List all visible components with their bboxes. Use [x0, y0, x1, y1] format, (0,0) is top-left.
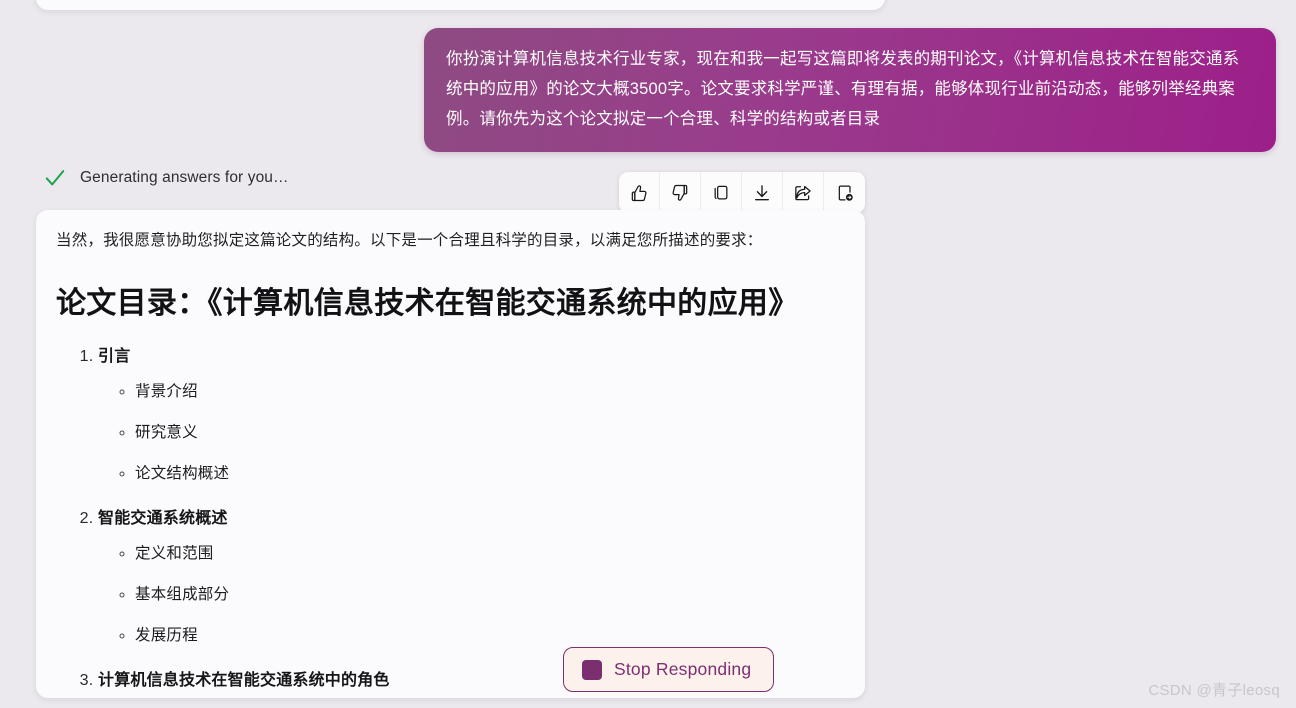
outline-subitem: 定义和范围 — [135, 544, 841, 564]
share-button[interactable] — [783, 172, 824, 213]
outline-section: 智能交通系统概述 定义和范围 基本组成部分 发展历程 — [98, 504, 841, 646]
status-label: Generating answers for you… — [80, 169, 289, 186]
stop-square-icon — [582, 659, 602, 680]
message-action-toolbar — [619, 172, 865, 213]
thumbs-up-button[interactable] — [619, 172, 660, 213]
outline-subitem: 基本组成部分 — [135, 585, 841, 605]
previous-answer-card — [36, 0, 885, 10]
thumbs-down-icon — [672, 184, 688, 201]
stop-responding-label: Stop Responding — [614, 659, 752, 679]
answer-heading: 论文目录：《计算机信息技术在智能交通系统中的应用》 — [56, 287, 799, 320]
thumbs-down-button[interactable] — [660, 172, 701, 213]
copy-button[interactable] — [701, 172, 742, 213]
outline-subitem: 论文结构概述 — [135, 464, 841, 484]
outline-subitem: 背景介绍 — [135, 382, 841, 402]
download-button[interactable] — [742, 172, 783, 213]
generation-status: Generating answers for you… — [44, 165, 289, 191]
export-document-button[interactable] — [824, 172, 865, 213]
stop-responding-button[interactable]: Stop Responding — [563, 647, 775, 692]
outline-subitem: 研究意义 — [135, 423, 841, 443]
outline-list: 引言 背景介绍 研究意义 论文结构概述 智能交通系统概述 定义和范围 基本组成部… — [54, 342, 841, 698]
assistant-answer-card: 当然，我很愿意协助您拟定这篇论文的结构。以下是一个合理且科学的目录，以满足您所描… — [36, 210, 865, 698]
outline-section: 引言 背景介绍 研究意义 论文结构概述 — [98, 342, 841, 484]
share-icon — [795, 185, 811, 200]
user-message-text: 你扮演计算机信息技术行业专家，现在和我一起写这篇即将发表的期刊论文，《计算机信息… — [446, 50, 1240, 128]
export-document-icon — [838, 185, 853, 201]
user-message-bubble: 你扮演计算机信息技术行业专家，现在和我一起写这篇即将发表的期刊论文，《计算机信息… — [424, 28, 1276, 152]
outline-section-title: 智能交通系统概述 — [98, 510, 228, 527]
outline-section-title: 引言 — [98, 348, 131, 365]
outline-sublist: 定义和范围 基本组成部分 发展历程 — [98, 544, 841, 646]
answer-intro-text: 当然，我很愿意协助您拟定这篇论文的结构。以下是一个合理且科学的目录，以满足您所描… — [56, 232, 763, 249]
thumbs-up-icon — [631, 184, 647, 201]
copy-icon — [714, 185, 728, 199]
outline-section-title: 计算机信息技术在智能交通系统中的角色 — [98, 672, 390, 689]
outline-sublist: 背景介绍 研究意义 论文结构概述 — [98, 382, 841, 484]
check-icon — [45, 170, 65, 186]
watermark: CSDN @青子leosq — [1148, 682, 1280, 699]
outline-subitem: 发展历程 — [135, 626, 841, 646]
download-icon — [755, 184, 769, 200]
